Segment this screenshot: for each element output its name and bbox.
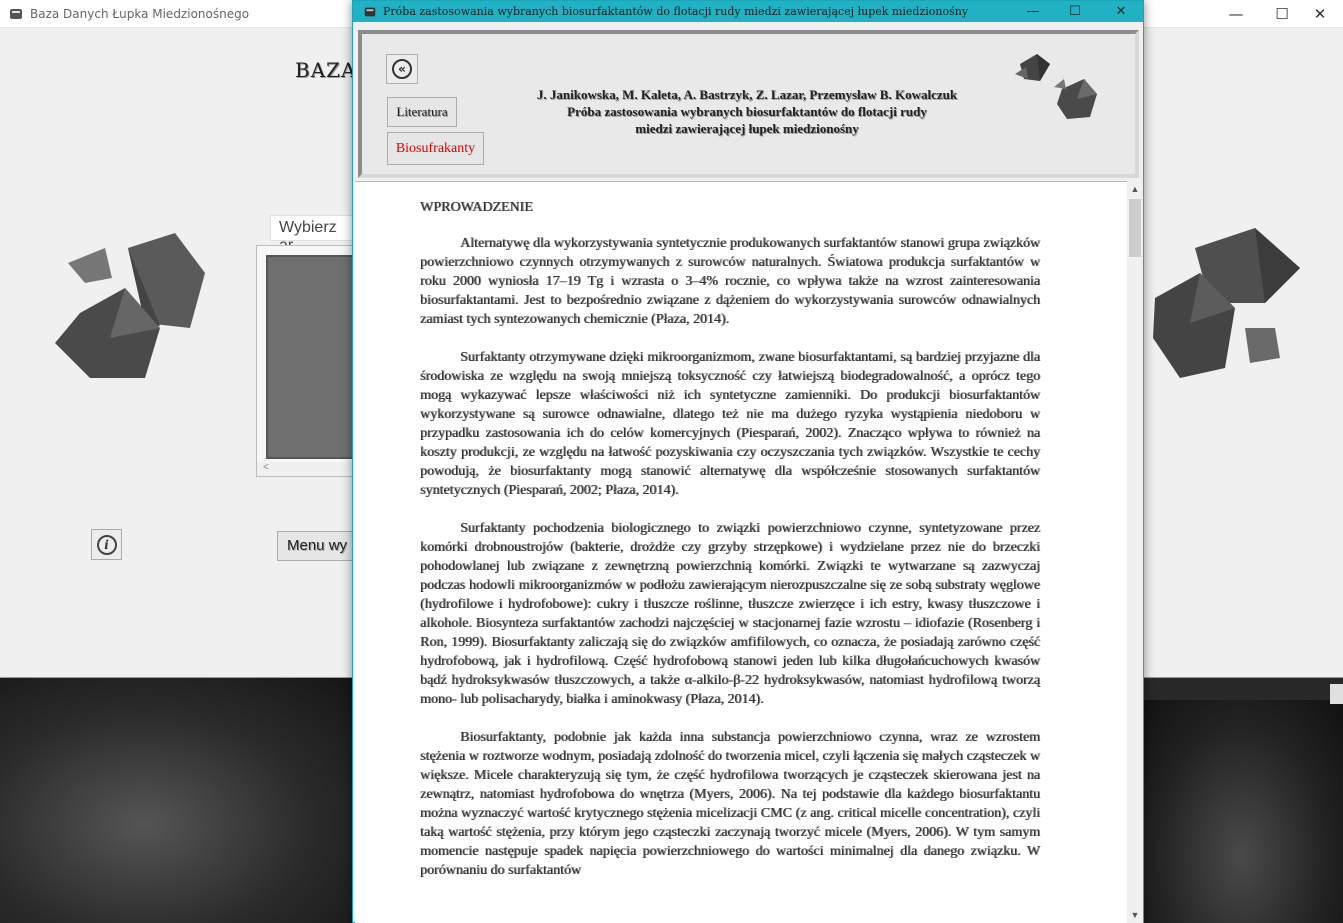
scroll-down-icon[interactable]: ▼ [1127,907,1143,923]
paragraph: Biosurfaktanty, podobnie jak każda inna … [420,730,1040,878]
paper-title-line2: miedzi zawierającej łupek miedzionośny [635,121,859,136]
literatura-button[interactable]: Literatura [387,97,457,127]
paragraph: Alternatywę dla wykorzystywania syntetyc… [420,236,1040,327]
info-button[interactable]: i [91,529,122,560]
info-icon: i [96,534,117,555]
vertical-scrollbar[interactable]: ▲ ▼ [1127,181,1143,923]
document-text: WPROWADZENIE Alternatywę dla wykorzystyw… [420,198,1040,899]
document-view[interactable]: WPROWADZENIE Alternatywę dla wykorzystyw… [355,181,1127,923]
close-button[interactable]: ✕ [1297,0,1343,28]
article-dialog[interactable]: Próba zastosowania wybranych biosurfakta… [352,0,1144,923]
app-icon [364,7,376,16]
paragraph: Surfaktanty otrzymywane dzięki mikroorga… [420,350,1040,498]
dialog-close-button[interactable]: ✕ [1101,1,1141,22]
background-window-title: Baza Danych Łupka Miedzionośnego [30,6,250,21]
wallpaper-rock-left [0,678,360,923]
dialog-titlebar[interactable]: Próba zastosowania wybranych biosurfakta… [353,1,1143,22]
paper-authors: J. Janikowska, M. Kaleta, A. Bastrzyk, Z… [536,87,958,102]
double-chevron-left-icon: « [392,59,412,79]
menu-button[interactable]: Menu wy [277,531,360,561]
preview-image [266,255,362,459]
paper-header: J. Janikowska, M. Kaleta, A. Bastrzyk, Z… [482,86,1012,137]
biosurfaktanty-button[interactable]: Biosufrakanty [387,132,484,165]
horizontal-scrollbar[interactable]: < [257,462,359,476]
rock-logo-icon [1153,228,1300,378]
section-heading: WPROWADZENIE [420,200,533,215]
image-preview: < [256,245,362,477]
paper-title-line1: Próba zastosowania wybranych biosurfakta… [567,104,927,119]
rock-logo-icon [55,233,205,378]
rock-logo-icon [1015,54,1097,119]
minimize-button[interactable]: — [1213,0,1259,28]
area-select[interactable]: Wybierz ar [270,215,360,254]
dialog-maximize-button[interactable]: ☐ [1055,1,1095,22]
app-icon [10,8,22,19]
article-header-panel: « Literatura Biosufrakanty J. Janikowska… [358,30,1139,178]
background-heading: BAZA [295,58,357,82]
dialog-title: Próba zastosowania wybranych biosurfakta… [383,5,969,18]
wallpaper-rock-right [1140,700,1343,923]
paragraph: Surfaktanty pochodzenia biologicznego to… [420,521,1040,707]
back-button[interactable]: « [386,54,418,84]
dialog-minimize-button[interactable]: — [1013,1,1053,22]
resize-handle[interactable] [1330,684,1343,704]
scroll-up-icon[interactable]: ▲ [1127,181,1143,197]
scroll-thumb[interactable] [1129,199,1141,257]
